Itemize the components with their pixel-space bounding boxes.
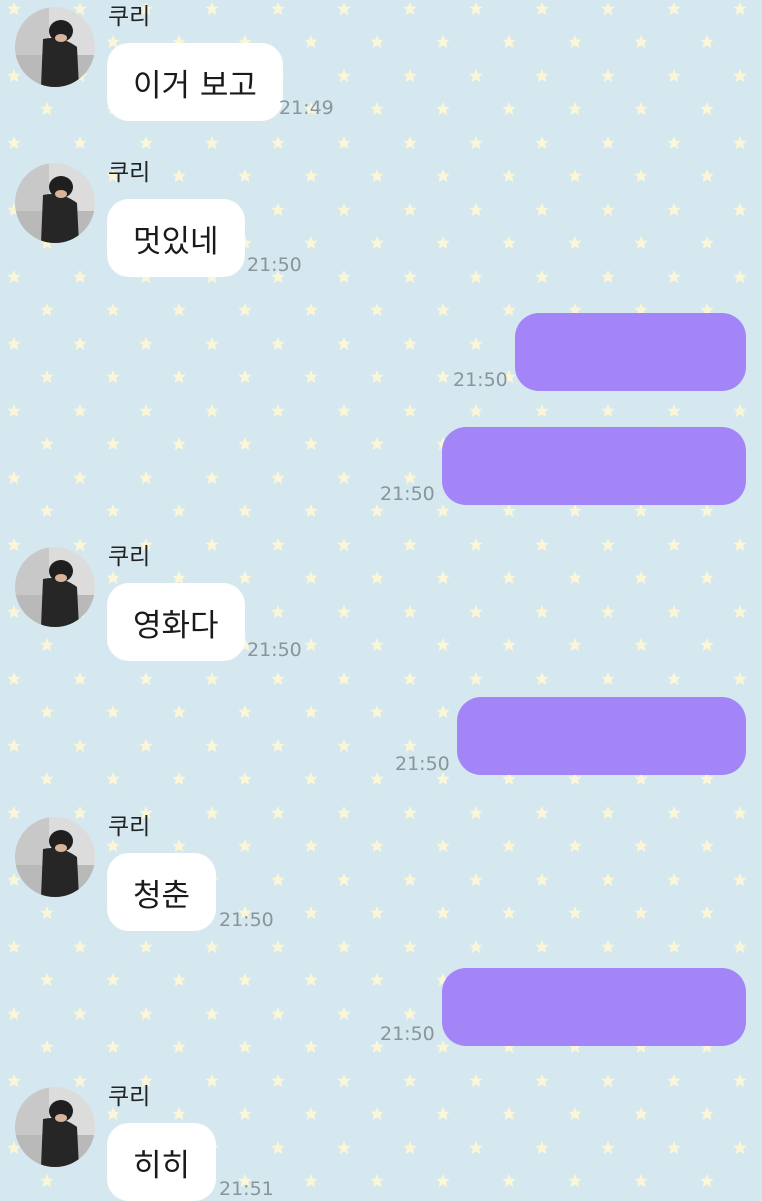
message-time: 21:51 xyxy=(219,1178,274,1200)
sender-avatar[interactable] xyxy=(15,1087,95,1167)
message-time: 21:50 xyxy=(247,254,302,276)
message-bubble[interactable] xyxy=(442,968,746,1046)
message-time: 21:50 xyxy=(453,369,508,391)
message-bubble[interactable] xyxy=(515,313,746,391)
sender-avatar[interactable] xyxy=(15,547,95,627)
message-time: 21:49 xyxy=(279,97,334,119)
message-time: 21:50 xyxy=(380,1023,435,1045)
message-bubble[interactable]: 이거 보고 xyxy=(107,43,283,121)
message-bubble[interactable] xyxy=(457,697,746,775)
profile-photo-icon xyxy=(15,7,95,87)
message-bubble[interactable]: 히히 xyxy=(107,1123,217,1201)
profile-photo-icon xyxy=(15,547,95,627)
message-bubble[interactable]: 영화다 xyxy=(107,583,245,661)
profile-photo-icon xyxy=(15,163,95,243)
sender-name: 쿠리 xyxy=(108,814,151,840)
message-bubble[interactable]: 멋있네 xyxy=(107,199,245,277)
sender-name: 쿠리 xyxy=(108,160,151,186)
sender-name: 쿠리 xyxy=(108,1084,151,1110)
message-bubble[interactable] xyxy=(442,427,746,505)
sender-name: 쿠리 xyxy=(108,544,151,570)
message-time: 21:50 xyxy=(380,483,435,505)
message-time: 21:50 xyxy=(395,753,450,775)
profile-photo-icon xyxy=(15,817,95,897)
message-time: 21:50 xyxy=(219,909,274,931)
profile-photo-icon xyxy=(15,1087,95,1167)
sender-name: 쿠리 xyxy=(108,4,151,30)
message-time: 21:50 xyxy=(247,639,302,661)
sender-avatar[interactable] xyxy=(15,163,95,243)
sender-avatar[interactable] xyxy=(15,817,95,897)
message-bubble[interactable]: 청춘 xyxy=(107,853,217,931)
sender-avatar[interactable] xyxy=(15,7,95,87)
